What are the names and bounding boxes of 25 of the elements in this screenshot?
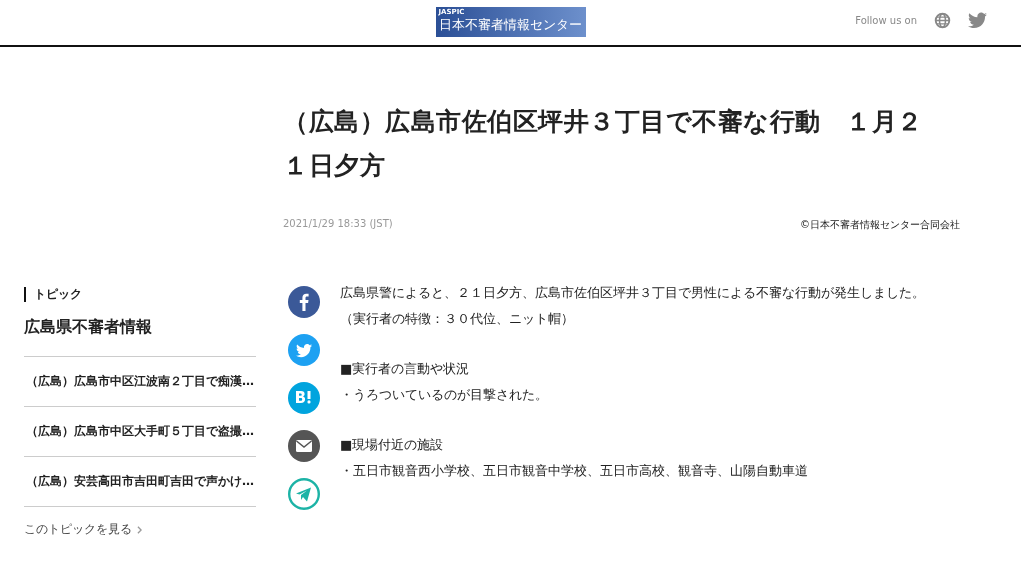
topic-more-link[interactable]: このトピックを見る	[24, 506, 256, 538]
topic-article-link[interactable]: （広島）広島市中区大手町５丁目で盗撮…	[24, 406, 256, 456]
topic-article-link[interactable]: （広島）安芸高田市吉田町吉田で声かけ…	[24, 456, 256, 506]
topic-title: 広島県不審者情報	[24, 317, 153, 338]
copyright-notice: ©日本不審者情報センター合同会社	[800, 218, 960, 232]
article-text: （実行者の特徴：３０代位、ニット帽）	[340, 310, 575, 328]
facebook-share-icon[interactable]	[288, 286, 320, 318]
globe-icon[interactable]	[933, 12, 952, 29]
article-title: （広島）広島市佐伯区坪井３丁目で不審な行動 １月２１日夕方	[283, 106, 924, 182]
send-share-icon[interactable]	[288, 478, 320, 510]
chevron-right-icon	[137, 525, 142, 534]
follow-label: Follow us on	[855, 15, 917, 26]
twitter-icon[interactable]	[968, 12, 987, 29]
article-text: 広島県警によると、２１日夕方、広島市佐伯区坪井３丁目で男性による不審な行動が発生しました。	[340, 284, 925, 302]
article-text: ■現場付近の施設	[340, 436, 445, 454]
logo-name: 日本不審者情報センター	[438, 18, 583, 31]
hatena-bookmark-icon[interactable]	[288, 382, 320, 414]
article-text: ・うろついているのが目撃された。	[340, 386, 549, 404]
topic-article-link[interactable]: （広島）広島市中区江波南２丁目で痴漢…	[24, 356, 256, 406]
twitter-share-icon[interactable]	[288, 334, 320, 366]
topic-label: トピック	[24, 287, 256, 302]
article-text: ・五日市観音西小学校、五日市観音中学校、五日市高校、観音寺、山陽自動車道	[340, 462, 809, 480]
mail-share-icon[interactable]	[288, 430, 320, 462]
article-text: ■実行者の言動や状況	[340, 360, 471, 378]
publish-date: 2021/1/29 18:33 (JST)	[283, 218, 393, 231]
